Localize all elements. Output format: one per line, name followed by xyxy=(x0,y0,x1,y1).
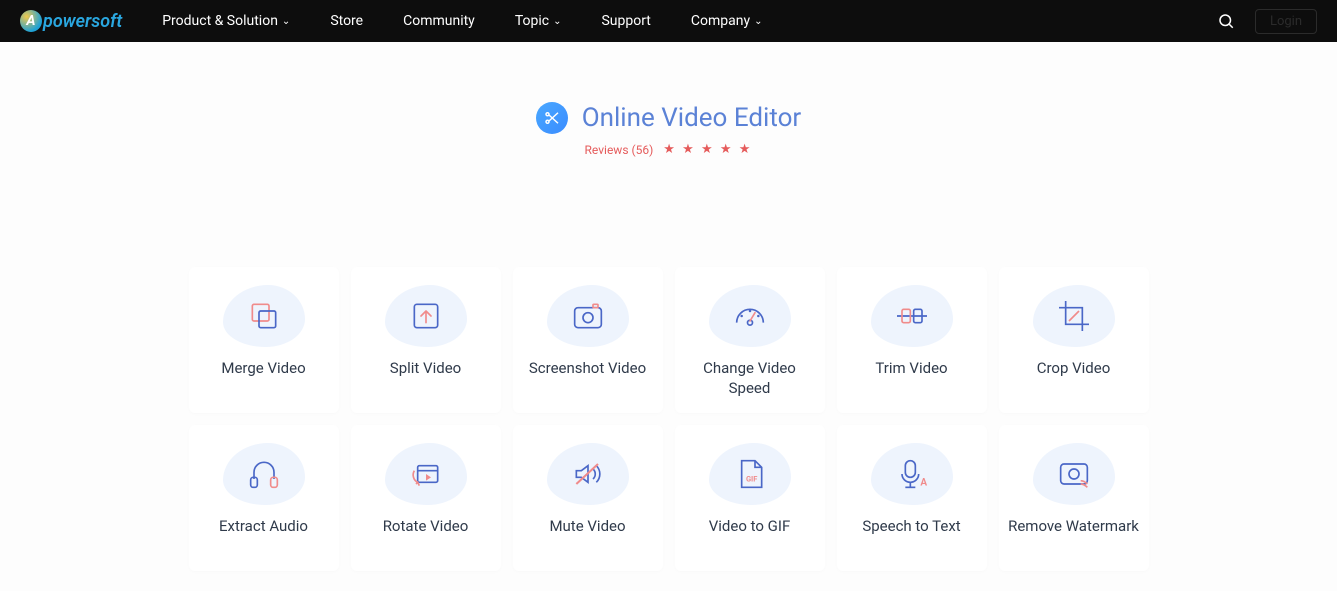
split-icon xyxy=(385,285,467,347)
nav-community[interactable]: Community xyxy=(403,13,475,29)
merge-icon xyxy=(223,285,305,347)
hero: Online Video Editor Reviews (56) ★ ★ ★ ★… xyxy=(0,102,1337,157)
tool-label: Mute Video xyxy=(549,517,625,537)
tool-label: Crop Video xyxy=(1037,359,1111,379)
tool-label: Merge Video xyxy=(221,359,305,379)
hero-sub: Reviews (56) ★ ★ ★ ★ ★ xyxy=(0,142,1337,157)
login-button[interactable]: Login xyxy=(1255,9,1317,34)
nav-support[interactable]: Support xyxy=(601,13,650,29)
svg-text:A: A xyxy=(920,478,927,489)
search-icon[interactable] xyxy=(1217,12,1235,30)
reviews-link[interactable]: Reviews (56) xyxy=(585,143,654,157)
tool-label: Split Video xyxy=(390,359,461,379)
tool-split-video[interactable]: Split Video xyxy=(351,267,501,413)
tool-trim-video[interactable]: Trim Video xyxy=(837,267,987,413)
tool-label: Extract Audio xyxy=(219,517,308,537)
rating-stars: ★ ★ ★ ★ ★ xyxy=(663,142,752,157)
main-nav: Product & Solution ⌄ Store Community Topi… xyxy=(162,13,762,29)
tool-change-speed[interactable]: Change Video Speed xyxy=(675,267,825,413)
chevron-down-icon: ⌄ xyxy=(553,16,561,27)
mic-icon: A xyxy=(871,443,953,505)
trim-icon xyxy=(871,285,953,347)
speedometer-icon xyxy=(709,285,791,347)
hero-title-row: Online Video Editor xyxy=(0,102,1337,134)
top-nav: A powersoft Product & Solution ⌄ Store Co… xyxy=(0,0,1337,42)
nav-company[interactable]: Company ⌄ xyxy=(691,13,763,29)
brand-logo[interactable]: A powersoft xyxy=(20,10,122,32)
headphones-icon xyxy=(223,443,305,505)
watermark-remove-icon xyxy=(1033,443,1115,505)
tool-label: Rotate Video xyxy=(383,517,469,537)
tool-mute-video[interactable]: Mute Video xyxy=(513,425,663,571)
nav-label: Topic xyxy=(515,13,549,29)
gif-icon: GIF xyxy=(709,443,791,505)
svg-text:GIF: GIF xyxy=(745,475,756,484)
page-title: Online Video Editor xyxy=(582,103,802,133)
tool-speech-to-text[interactable]: A Speech to Text xyxy=(837,425,987,571)
brand-text: powersoft xyxy=(43,11,122,32)
mute-icon xyxy=(547,443,629,505)
tools-grid: Merge Video Split Video Screenshot Video… xyxy=(189,267,1149,571)
tool-label: Screenshot Video xyxy=(529,359,646,379)
tool-merge-video[interactable]: Merge Video xyxy=(189,267,339,413)
brand-mark: A xyxy=(20,10,42,32)
tool-video-to-gif[interactable]: GIF Video to GIF xyxy=(675,425,825,571)
tool-label: Trim Video xyxy=(875,359,947,379)
rotate-icon xyxy=(385,443,467,505)
nav-label: Support xyxy=(601,13,650,29)
nav-product-solution[interactable]: Product & Solution ⌄ xyxy=(162,13,290,29)
tool-label: Remove Watermark xyxy=(1008,517,1139,537)
nav-topic[interactable]: Topic ⌄ xyxy=(515,13,562,29)
nav-label: Company xyxy=(691,13,750,29)
nav-label: Product & Solution xyxy=(162,13,278,29)
crop-icon xyxy=(1033,285,1115,347)
tool-label: Change Video Speed xyxy=(683,359,817,398)
header-right: Login xyxy=(1217,9,1317,34)
scissors-icon xyxy=(536,102,568,134)
camera-icon xyxy=(547,285,629,347)
tool-screenshot-video[interactable]: Screenshot Video xyxy=(513,267,663,413)
tool-rotate-video[interactable]: Rotate Video xyxy=(351,425,501,571)
chevron-down-icon: ⌄ xyxy=(754,16,762,27)
chevron-down-icon: ⌄ xyxy=(282,16,290,27)
nav-label: Store xyxy=(330,13,363,29)
nav-store[interactable]: Store xyxy=(330,13,363,29)
tool-extract-audio[interactable]: Extract Audio xyxy=(189,425,339,571)
tool-crop-video[interactable]: Crop Video xyxy=(999,267,1149,413)
nav-label: Community xyxy=(403,13,475,29)
tool-label: Speech to Text xyxy=(862,517,960,537)
tool-label: Video to GIF xyxy=(709,517,791,537)
tool-remove-watermark[interactable]: Remove Watermark xyxy=(999,425,1149,571)
